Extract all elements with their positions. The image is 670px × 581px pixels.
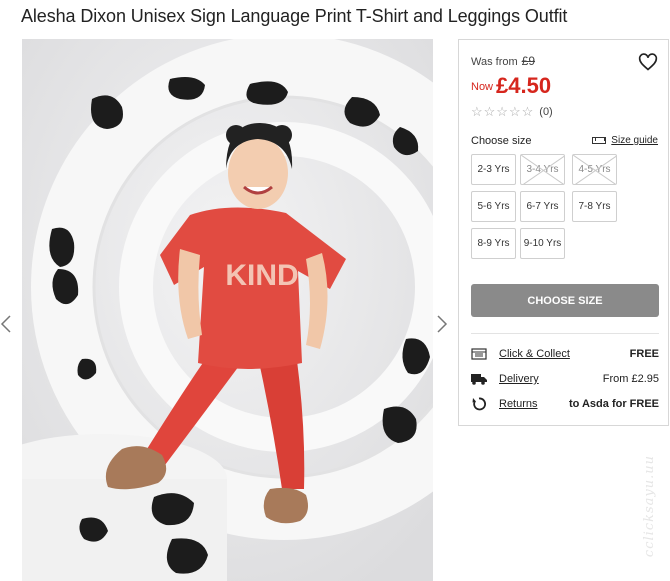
product-title: Alesha Dixon Unisex Sign Language Print … — [21, 6, 568, 26]
size-guide-link[interactable]: Size guide — [592, 135, 658, 146]
delivery-link[interactable]: Delivery — [499, 373, 539, 385]
returns-link[interactable]: Returns — [499, 398, 538, 410]
returns-value: to Asda for FREE — [568, 398, 659, 410]
unavailable-cross-icon — [573, 155, 616, 184]
size-option-2-3[interactable]: 2-3 Yrs — [471, 154, 516, 185]
rating[interactable]: ☆☆☆☆☆ (0) — [471, 104, 553, 120]
purchase-panel: Was from £9 Now £4.50 ☆☆☆☆☆ (0) Choose siz… — [458, 39, 669, 426]
size-label: 5-6 Yrs — [477, 201, 510, 212]
size-option-4-5[interactable]: 4-5 Yrs — [572, 154, 617, 185]
click-collect-row: Click & Collect FREE — [471, 345, 659, 363]
chevron-left-icon — [0, 315, 11, 333]
was-price-value: £9 — [521, 54, 536, 68]
divider — [471, 333, 659, 334]
size-guide-label: Size guide — [611, 135, 658, 146]
was-price: Was from £9 — [471, 54, 535, 68]
size-label: 8-9 Yrs — [477, 238, 510, 249]
chevron-right-icon — [437, 315, 448, 333]
shirt-print: KIND — [225, 259, 298, 292]
previous-image-button[interactable] — [0, 315, 14, 333]
next-image-button[interactable] — [436, 315, 450, 333]
review-count: (0) — [539, 106, 553, 118]
now-price: Now £4.50 — [471, 70, 552, 98]
favourite-button[interactable] — [638, 52, 658, 72]
unavailable-cross-icon — [521, 155, 564, 184]
choose-size-button[interactable]: CHOOSE SIZE — [471, 284, 659, 317]
delivery-row: Delivery From £2.95 — [471, 370, 659, 388]
size-label: 7-8 Yrs — [578, 201, 611, 212]
truck-icon — [471, 372, 487, 386]
click-collect-link[interactable]: Click & Collect — [499, 348, 570, 360]
size-option-9-10[interactable]: 9-10 Yrs — [520, 228, 565, 259]
size-option-7-8[interactable]: 7-8 Yrs — [572, 191, 617, 222]
was-label: Was from — [471, 56, 518, 68]
size-option-5-6[interactable]: 5-6 Yrs — [471, 191, 516, 222]
now-price-value: £4.50 — [496, 73, 552, 98]
size-label: 6-7 Yrs — [526, 201, 559, 212]
delivery-value: From £2.95 — [602, 373, 659, 385]
ruler-icon — [592, 137, 607, 144]
size-option-6-7[interactable]: 6-7 Yrs — [520, 191, 565, 222]
product-photo[interactable]: KIND — [22, 39, 433, 581]
watermark: cclicksayu.uu — [642, 455, 657, 558]
size-option-8-9[interactable]: 8-9 Yrs — [471, 228, 516, 259]
click-collect-value: FREE — [629, 348, 659, 360]
size-label: 9-10 Yrs — [523, 238, 562, 249]
size-label: 2-3 Yrs — [477, 164, 510, 175]
star-rating-icon: ☆☆☆☆☆ — [471, 104, 535, 119]
store-icon — [471, 347, 487, 361]
returns-row: Returns to Asda for FREE — [471, 395, 659, 413]
size-option-3-4[interactable]: 3-4 Yrs — [520, 154, 565, 185]
choose-size-label: Choose size — [471, 135, 532, 147]
product-image: KIND — [22, 39, 433, 581]
now-label: Now — [471, 81, 494, 93]
return-icon — [471, 397, 487, 411]
heart-icon — [638, 53, 658, 71]
